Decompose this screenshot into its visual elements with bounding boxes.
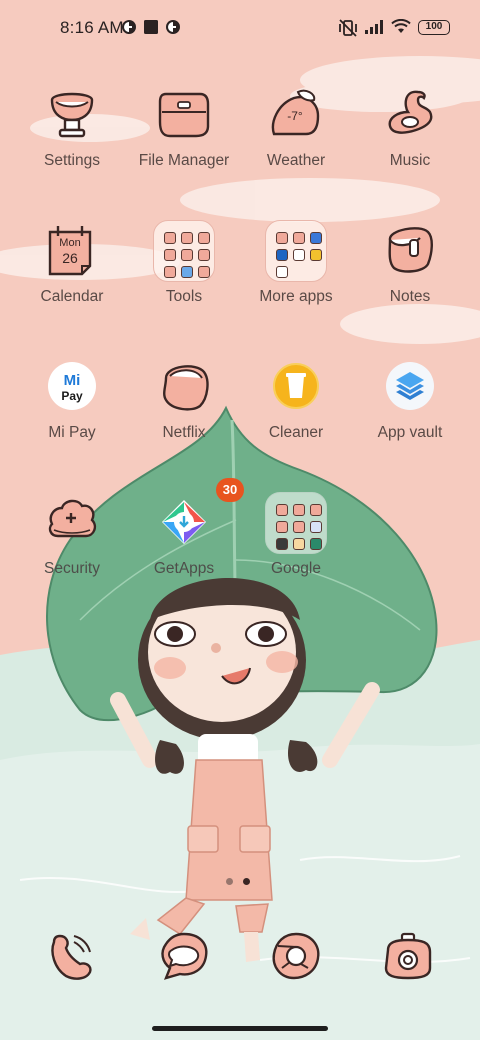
app-label: App vault	[377, 424, 443, 441]
mini-app-icon	[276, 521, 288, 533]
app-vault[interactable]: App vault	[354, 356, 466, 466]
mini-app-icon	[310, 504, 322, 516]
file-manager-icon	[158, 92, 210, 138]
mini-app-icon	[164, 232, 176, 244]
app-netflix[interactable]: Netflix	[128, 356, 240, 466]
folder-icon	[265, 220, 327, 282]
app-label: Weather	[266, 152, 326, 169]
app-calendar[interactable]: Mon 26 Calendar	[16, 220, 128, 330]
camera-icon	[384, 932, 432, 980]
app-settings[interactable]: Settings	[16, 84, 128, 194]
dock-camera[interactable]	[380, 928, 436, 984]
mini-app-icon	[181, 266, 193, 278]
folder-icon	[265, 492, 327, 554]
mini-app-icon	[198, 232, 210, 244]
mini-app-icon	[310, 538, 322, 550]
weather-icon: -7°	[271, 89, 320, 136]
battery-indicator: 100	[418, 20, 450, 35]
phone-icon	[51, 934, 92, 980]
app-mi-pay[interactable]: Mi Pay Mi Pay	[16, 356, 128, 466]
calendar-month: Mon	[59, 237, 80, 249]
app-label: More apps	[259, 288, 333, 305]
signal-icon	[365, 20, 383, 34]
mini-app-icon	[293, 504, 305, 516]
app-file-manager[interactable]: File Manager	[128, 84, 240, 194]
home-gesture-bar[interactable]	[152, 1026, 328, 1031]
mi-pay-logo-bottom: Pay	[61, 389, 83, 403]
app-label: Google	[271, 560, 321, 577]
getapps-icon	[162, 500, 206, 544]
mini-app-icon	[276, 232, 288, 244]
status-time: 8:16 AM	[60, 18, 124, 37]
mini-app-icon	[198, 266, 210, 278]
mini-app-icon	[310, 249, 322, 261]
notification-c-icon	[122, 20, 136, 34]
notes-icon	[388, 227, 433, 273]
wifi-icon	[391, 19, 411, 33]
page-dot-active	[243, 878, 250, 885]
mini-app-icon	[198, 249, 210, 261]
mini-app-icon	[293, 521, 305, 533]
mini-app-icon	[310, 232, 322, 244]
page-dot	[226, 878, 233, 885]
settings-icon	[50, 92, 94, 138]
app-label: Notes	[389, 288, 431, 305]
mini-app-icon	[276, 538, 288, 550]
silent-mode-icon	[339, 19, 357, 37]
mini-app-icon	[276, 504, 288, 516]
mi-pay-logo-top: Mi	[64, 372, 81, 389]
messages-icon	[161, 932, 208, 980]
mini-app-icon	[276, 249, 288, 261]
netflix-icon	[163, 365, 209, 411]
mini-app-icon	[276, 266, 288, 278]
notification-c-icon	[166, 20, 180, 34]
folder-more-apps[interactable]: More apps	[240, 220, 352, 330]
app-cleaner[interactable]: Cleaner	[240, 356, 352, 466]
app-label: Cleaner	[268, 424, 324, 441]
app-label: Security	[44, 560, 100, 577]
folder-tools[interactable]: Tools	[128, 220, 240, 330]
dock-phone[interactable]	[44, 928, 100, 984]
app-weather[interactable]: -7° Weather	[240, 84, 352, 194]
square-notification-icon	[144, 20, 158, 34]
dock-messages[interactable]	[156, 928, 212, 984]
mi-pay-icon: Mi Pay	[48, 362, 96, 410]
app-label: File Manager	[138, 152, 230, 169]
dock-browser[interactable]	[268, 928, 324, 984]
app-label: GetApps	[153, 560, 215, 577]
status-bar: 8:16 AM 100	[0, 0, 480, 56]
calendar-day: 26	[62, 250, 78, 266]
mini-app-icon	[293, 232, 305, 244]
calendar-icon: Mon 26	[48, 226, 92, 276]
mini-app-icon	[164, 266, 176, 278]
mini-app-icon	[293, 249, 305, 261]
app-notes[interactable]: Notes	[354, 220, 466, 330]
app-security[interactable]: Security	[16, 492, 128, 602]
folder-icon	[153, 220, 215, 282]
weather-temperature: -7°	[287, 109, 303, 123]
mini-app-icon	[310, 521, 322, 533]
app-label: Netflix	[162, 424, 206, 441]
browser-icon	[272, 932, 320, 980]
app-label: Calendar	[40, 288, 104, 305]
mini-app-icon	[293, 538, 305, 550]
mini-app-icon	[181, 249, 193, 261]
music-icon	[388, 90, 433, 134]
cleaner-icon	[273, 363, 319, 409]
security-icon	[48, 499, 97, 538]
app-label: Settings	[43, 152, 100, 169]
app-getapps[interactable]: 30 GetApps	[128, 478, 244, 602]
mini-app-icon	[164, 249, 176, 261]
folder-google[interactable]: Google	[240, 492, 352, 602]
app-label: Music	[389, 152, 431, 169]
app-music[interactable]: Music	[354, 84, 466, 194]
mini-app-icon	[181, 232, 193, 244]
app-label: Mi Pay	[48, 424, 96, 441]
app-label: Tools	[165, 288, 203, 305]
app-vault-icon	[386, 362, 434, 410]
